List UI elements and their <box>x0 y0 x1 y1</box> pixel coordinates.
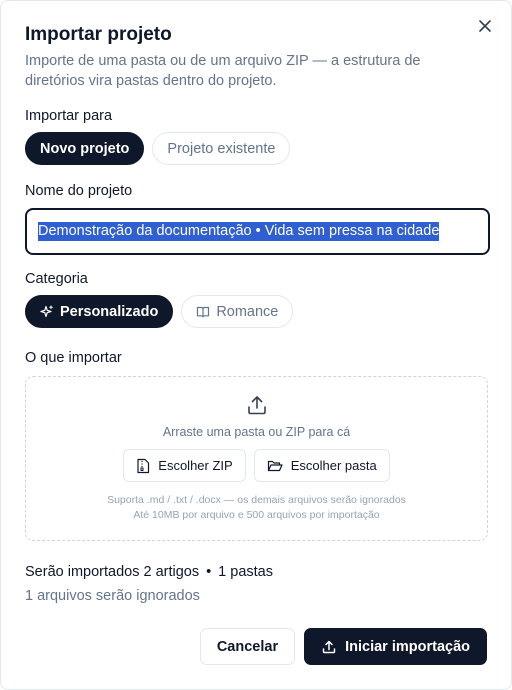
drop-hint: Arraste uma pasta ou ZIP para cá <box>162 425 351 439</box>
dialog-footer: Cancelar Iniciar importação <box>199 628 487 665</box>
choose-zip-label: Escolher ZIP <box>158 458 233 473</box>
supported-formats-text: Suporta .md / .txt / .docx — os demais a… <box>107 494 406 506</box>
import-to-segmented: Novo projeto Projeto existente <box>25 132 487 165</box>
project-name-value: Demonstração da documentação • Vida sem … <box>38 222 440 241</box>
import-limits-text: Até 10MB por arquivo e 500 arquivos por … <box>133 509 380 521</box>
import-project-dialog: Importar projeto Importe de uma pasta ou… <box>0 0 512 690</box>
project-name-input[interactable]: Demonstração da documentação • Vida sem … <box>25 208 490 255</box>
option-existing-project[interactable]: Projeto existente <box>152 132 291 165</box>
start-import-button[interactable]: Iniciar importação <box>304 628 487 665</box>
category-label: Categoria <box>25 271 88 287</box>
close-button[interactable] <box>475 16 495 36</box>
option-category-custom-label: Personalizado <box>60 303 159 320</box>
folder-open-icon <box>267 460 283 471</box>
import-to-label: Importar para <box>25 108 113 124</box>
category-segmented: Personalizado Romance <box>25 295 487 328</box>
option-new-project[interactable]: Novo projeto <box>25 132 145 165</box>
close-icon <box>479 20 491 32</box>
option-category-romance-label: Romance <box>216 303 279 320</box>
dialog-title: Importar projeto <box>25 24 172 45</box>
start-import-label: Iniciar importação <box>345 638 470 655</box>
choose-folder-label: Escolher pasta <box>290 458 377 473</box>
book-open-icon <box>197 306 210 318</box>
project-name-label: Nome do projeto <box>25 183 133 199</box>
summary-folders: 1 pastas <box>218 564 273 580</box>
summary-separator: • <box>206 564 212 580</box>
drop-zone[interactable]: Arraste uma pasta ou ZIP para cá Escolhe… <box>25 376 488 541</box>
dialog-subtitle: Importe de uma pasta ou de um arquivo ZI… <box>25 53 421 89</box>
what-to-import-label: O que importar <box>25 350 122 366</box>
choose-zip-button[interactable]: Escolher ZIP <box>123 449 246 482</box>
choose-folder-button[interactable]: Escolher pasta <box>253 449 390 482</box>
upload-icon <box>247 396 266 415</box>
option-category-custom[interactable]: Personalizado <box>25 295 174 328</box>
supported-formats-note: Suporta .md / .txt / .docx — os demais a… <box>107 493 406 523</box>
import-summary: Serão importados 2 artigos • 1 pastas <box>25 562 487 582</box>
upload-icon <box>322 640 336 653</box>
file-archive-icon <box>137 458 150 473</box>
option-category-romance[interactable]: Romance <box>181 295 294 328</box>
sparkles-icon <box>40 304 53 317</box>
cancel-button[interactable]: Cancelar <box>199 628 296 665</box>
summary-ignored: 1 arquivos serão ignorados <box>25 588 200 604</box>
summary-articles: Serão importados 2 artigos <box>25 564 200 580</box>
